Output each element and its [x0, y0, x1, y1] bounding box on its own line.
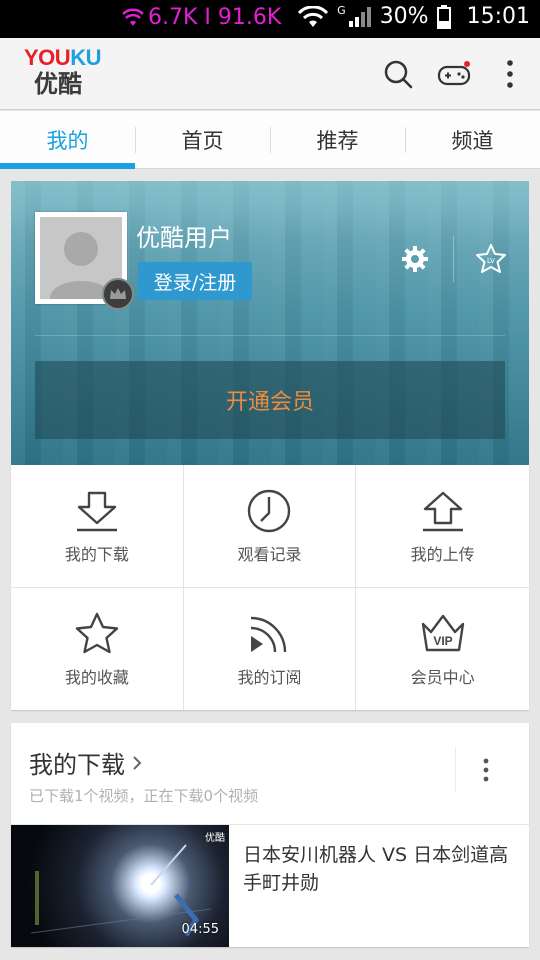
vip-crown-icon: VIP: [421, 614, 464, 651]
download-summary: 已下载1个视频，正在下载0个视频: [29, 787, 259, 805]
gear-icon[interactable]: [400, 244, 430, 274]
grid-item-downloads[interactable]: 我的下载: [11, 465, 184, 588]
grid-item-vip-center[interactable]: VIP 会员中心: [356, 588, 529, 711]
top-tabs: 我的 首页 推荐 频道: [0, 111, 540, 169]
gamepad-icon[interactable]: [437, 58, 473, 90]
network-speed: 6.7K I 91.6K: [122, 5, 281, 30]
divider: [35, 335, 505, 336]
upload-icon: [422, 491, 463, 531]
grid-item-favorites[interactable]: 我的收藏: [11, 587, 184, 710]
network-speed-text: 6.7K I 91.6K: [148, 5, 282, 30]
svg-text:LV: LV: [487, 257, 495, 265]
star-icon: [75, 612, 119, 653]
divider: [453, 236, 454, 282]
more-vert-icon[interactable]: [496, 58, 524, 90]
profile-card: 优酷用户 登录/注册 LV 开通会员: [11, 181, 529, 465]
open-vip-button[interactable]: 开通会员: [35, 361, 505, 439]
grid-item-uploads[interactable]: 我的上传: [356, 465, 529, 588]
tab-home[interactable]: 首页: [135, 111, 270, 168]
video-duration: 04:55: [181, 922, 219, 937]
tab-channels[interactable]: 频道: [405, 111, 540, 168]
signal-type: G: [337, 4, 346, 17]
grid-item-subscriptions[interactable]: 我的订阅: [184, 587, 357, 710]
login-register-button[interactable]: 登录/注册: [138, 262, 252, 300]
clock-icon: [248, 489, 291, 532]
wifi-icon: [298, 5, 329, 27]
logo-cn-text: 优酷: [34, 70, 82, 98]
video-thumbnail[interactable]: 优酷 04:55: [11, 825, 229, 947]
cell-signal-icon: [348, 6, 371, 27]
clock: 15:01: [466, 4, 530, 29]
download-icon: [76, 491, 117, 531]
battery-icon: [436, 4, 451, 29]
wifi-signal-icon: [122, 8, 144, 26]
svg-text:VIP: VIP: [433, 634, 452, 648]
status-bar: 6.7K I 91.6K G 30% 15:01: [0, 0, 540, 38]
tab-recommend[interactable]: 推荐: [270, 111, 405, 168]
video-title[interactable]: 日本安川机器人 VS 日本剑道高手町井勋: [243, 841, 523, 897]
section-title[interactable]: 我的下载: [29, 745, 143, 780]
battery-text: 30%: [379, 4, 429, 29]
function-grid: 我的下载 观看记录 我的上传 我的收藏 我的订阅 VIP 会员中心: [11, 465, 529, 710]
search-icon[interactable]: [382, 58, 414, 90]
chevron-right-icon: [133, 755, 142, 770]
level-star-icon[interactable]: LV: [475, 243, 507, 275]
my-downloads-section: 我的下载 已下载1个视频，正在下载0个视频 优酷 04:55 日本安川机器人 V…: [11, 723, 529, 947]
more-options-icon[interactable]: [455, 747, 515, 793]
app-header: YOUKU 优酷: [0, 38, 540, 110]
subscription-icon: [251, 616, 287, 652]
thumbnail-watermark: 优酷: [205, 833, 225, 844]
crown-icon: [102, 278, 134, 310]
tab-mine[interactable]: 我的: [0, 111, 135, 169]
grid-item-history[interactable]: 观看记录: [183, 465, 357, 588]
youku-logo[interactable]: YOUKU 优酷: [24, 46, 104, 102]
username: 优酷用户: [136, 224, 232, 252]
